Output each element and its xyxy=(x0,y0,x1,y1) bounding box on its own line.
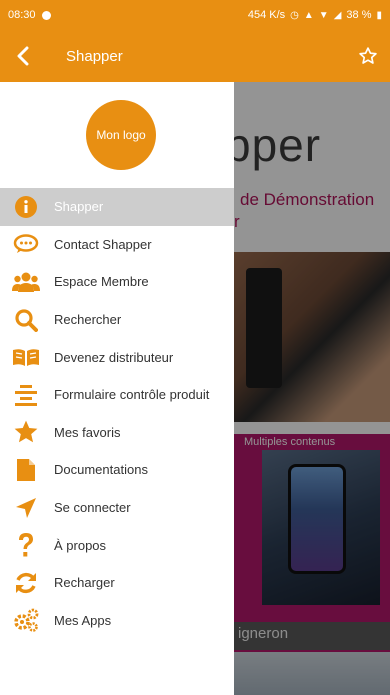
menu-item-label: Rechercher xyxy=(54,312,122,328)
star-outline-icon xyxy=(359,47,377,64)
status-bar: 08:30 454 K/s ◷ ▲ ▼ ◢ 38 % ▮ xyxy=(0,0,390,30)
open-book-icon xyxy=(11,345,41,369)
question-mark-icon xyxy=(11,533,41,557)
app-bar: Shapper xyxy=(0,30,390,82)
menu-item-contact-shapper[interactable]: Contact Shapper xyxy=(0,226,234,264)
info-icon xyxy=(11,195,41,219)
chat-bubble-icon xyxy=(11,232,41,256)
chevron-left-icon xyxy=(17,46,29,66)
wifi-icon: ▼ xyxy=(318,9,329,21)
menu-item-label: Shapper xyxy=(54,199,104,215)
menu-item-label: Devenez distributeur xyxy=(54,349,174,365)
location-arrow-icon xyxy=(11,496,41,520)
network-speed: 454 K/s xyxy=(247,9,286,21)
menu-item-label: Documentations xyxy=(54,462,148,478)
favorite-button[interactable] xyxy=(346,30,390,82)
menu-item-label: Espace Membre xyxy=(54,274,149,290)
menu-item-label: Formulaire contrôle produit xyxy=(54,387,210,403)
align-center-icon xyxy=(11,383,41,407)
menu-item-label: Mes favoris xyxy=(54,424,121,440)
menu-item-label: Recharger xyxy=(54,575,115,591)
drawer-menu: Shapper Contact Shapper Espace Membre Re… xyxy=(0,188,234,639)
menu-item-shapper[interactable]: Shapper xyxy=(0,188,234,226)
battery-icon: ▮ xyxy=(376,9,382,21)
menu-item-mes-apps[interactable]: Mes Apps xyxy=(0,602,234,640)
battery-level: 38 % xyxy=(346,9,372,21)
menu-item-rechercher[interactable]: Rechercher xyxy=(0,301,234,339)
alarm-icon: ◷ xyxy=(290,9,299,21)
menu-item-label: Contact Shapper xyxy=(54,236,152,252)
app-title: Shapper xyxy=(66,47,123,65)
refresh-icon xyxy=(11,571,41,595)
app-screen: 08:30 454 K/s ◷ ▲ ▼ ◢ 38 % ▮ Shapper ppe… xyxy=(0,0,390,695)
users-icon xyxy=(11,270,41,294)
back-button[interactable] xyxy=(0,30,46,82)
menu-item-label: Se connecter xyxy=(54,500,131,516)
menu-item-mes-favoris[interactable]: Mes favoris xyxy=(0,414,234,452)
menu-item-devenez-distributeur[interactable]: Devenez distributeur xyxy=(0,338,234,376)
star-icon xyxy=(11,420,41,444)
navigation-drawer: Mon logo Shapper Contact Shapper Espace … xyxy=(0,82,234,695)
signal-icon: ◢ xyxy=(333,9,342,21)
menu-item-formulaire-controle-produit[interactable]: Formulaire contrôle produit xyxy=(0,376,234,414)
menu-item-label: Mes Apps xyxy=(54,612,112,628)
notification-icon xyxy=(41,10,51,20)
menu-item-recharger[interactable]: Recharger xyxy=(0,564,234,602)
menu-item-espace-membre[interactable]: Espace Membre xyxy=(0,263,234,301)
status-time: 08:30 xyxy=(8,9,36,21)
menu-item-a-propos[interactable]: À propos xyxy=(0,526,234,564)
menu-item-se-connecter[interactable]: Se connecter xyxy=(0,489,234,527)
search-icon xyxy=(11,308,41,332)
logo: Mon logo xyxy=(86,100,156,170)
gears-icon xyxy=(11,608,41,633)
document-icon xyxy=(11,458,41,482)
menu-item-documentations[interactable]: Documentations xyxy=(0,451,234,489)
silent-icon: ▲ xyxy=(303,9,314,21)
menu-item-label: À propos xyxy=(54,537,107,553)
